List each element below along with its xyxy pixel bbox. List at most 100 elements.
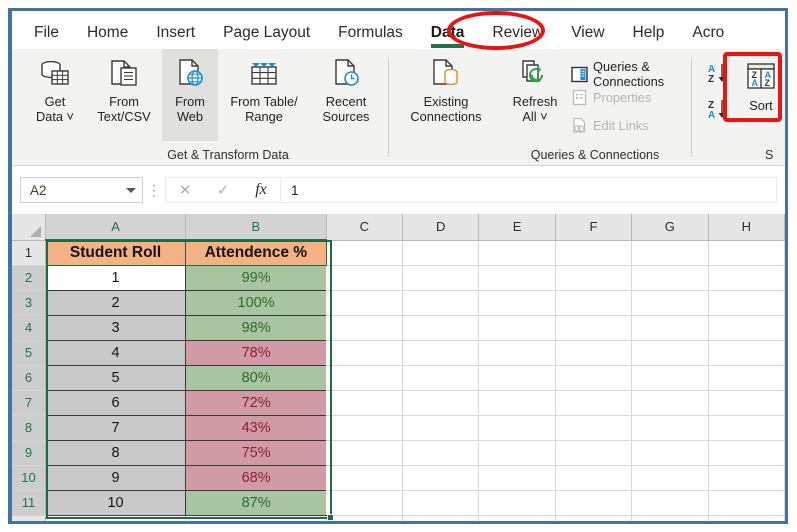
row-header-1[interactable]: 1 bbox=[12, 240, 47, 266]
cell-b4[interactable]: 98% bbox=[185, 315, 327, 341]
from-table-range-button[interactable]: From Table/ Range bbox=[220, 49, 308, 124]
cell-f3[interactable] bbox=[555, 290, 633, 316]
recent-sources-button[interactable]: Recent Sources bbox=[310, 49, 382, 124]
queries-and-connections-button[interactable]: Queries & Connections bbox=[571, 59, 699, 89]
cell-f6[interactable] bbox=[555, 365, 633, 391]
row-header-7[interactable]: 7 bbox=[12, 390, 47, 416]
cell-f8[interactable] bbox=[555, 415, 633, 441]
cell-a8[interactable]: 7 bbox=[45, 415, 187, 441]
cell-a9[interactable]: 8 bbox=[45, 440, 187, 466]
cell-f1[interactable] bbox=[555, 240, 633, 266]
cell-a2[interactable]: 1 bbox=[45, 265, 187, 291]
fill-handle[interactable] bbox=[327, 514, 334, 521]
cell-h5[interactable] bbox=[708, 340, 785, 366]
cell-b2[interactable]: 99% bbox=[185, 265, 327, 291]
cell-a11[interactable]: 10 bbox=[45, 490, 187, 516]
tab-review[interactable]: Review bbox=[478, 23, 557, 49]
cell-f7[interactable] bbox=[555, 390, 633, 416]
cell-f10[interactable] bbox=[555, 465, 633, 491]
cell-d7[interactable] bbox=[402, 390, 480, 416]
cell-b11[interactable]: 87% bbox=[185, 490, 327, 516]
cell-h11[interactable] bbox=[708, 490, 785, 516]
row-header-10[interactable]: 10 bbox=[12, 465, 47, 491]
cell-h12[interactable] bbox=[708, 515, 785, 521]
tab-view[interactable]: View bbox=[557, 23, 618, 49]
cell-a10[interactable]: 9 bbox=[45, 465, 187, 491]
cell-a3[interactable]: 2 bbox=[45, 290, 187, 316]
cell-g11[interactable] bbox=[631, 490, 709, 516]
cell-b7[interactable]: 72% bbox=[185, 390, 327, 416]
cell-c8[interactable] bbox=[326, 415, 404, 441]
tab-file[interactable]: File bbox=[12, 23, 73, 49]
cell-e1[interactable] bbox=[478, 240, 556, 266]
cell-g3[interactable] bbox=[631, 290, 709, 316]
cell-c12[interactable] bbox=[326, 515, 404, 521]
tab-page-layout[interactable]: Page Layout bbox=[209, 23, 324, 49]
select-all-button[interactable] bbox=[12, 214, 47, 241]
column-header-h[interactable]: H bbox=[708, 214, 785, 241]
from-text-csv-button[interactable]: From Text/CSV bbox=[88, 49, 160, 124]
cell-f4[interactable] bbox=[555, 315, 633, 341]
cell-h4[interactable] bbox=[708, 315, 785, 341]
fx-icon[interactable]: fx bbox=[242, 177, 280, 203]
cell-h8[interactable] bbox=[708, 415, 785, 441]
cell-g7[interactable] bbox=[631, 390, 709, 416]
cell-d4[interactable] bbox=[402, 315, 480, 341]
cell-c11[interactable] bbox=[326, 490, 404, 516]
cell-f9[interactable] bbox=[555, 440, 633, 466]
tab-acrobat[interactable]: Acro bbox=[678, 23, 738, 49]
cell-b8[interactable]: 43% bbox=[185, 415, 327, 441]
cell-e7[interactable] bbox=[478, 390, 556, 416]
cell-e9[interactable] bbox=[478, 440, 556, 466]
close-icon[interactable]: ✕ bbox=[166, 177, 204, 203]
cell-b6[interactable]: 80% bbox=[185, 365, 327, 391]
row-header-8[interactable]: 8 bbox=[12, 415, 47, 441]
cell-g6[interactable] bbox=[631, 365, 709, 391]
cell-d2[interactable] bbox=[402, 265, 480, 291]
cell-h9[interactable] bbox=[708, 440, 785, 466]
cell-d10[interactable] bbox=[402, 465, 480, 491]
cell-b3[interactable]: 100% bbox=[185, 290, 327, 316]
tab-insert[interactable]: Insert bbox=[142, 23, 209, 49]
cell-b10[interactable]: 68% bbox=[185, 465, 327, 491]
cell-c7[interactable] bbox=[326, 390, 404, 416]
cell-c4[interactable] bbox=[326, 315, 404, 341]
cell-f5[interactable] bbox=[555, 340, 633, 366]
column-header-e[interactable]: E bbox=[478, 214, 556, 241]
cell-b12[interactable] bbox=[185, 515, 327, 521]
tab-data[interactable]: Data bbox=[417, 23, 479, 49]
cell-b5[interactable]: 78% bbox=[185, 340, 327, 366]
cell-a1[interactable]: Student Roll bbox=[45, 240, 187, 266]
cell-h6[interactable] bbox=[708, 365, 785, 391]
tab-home[interactable]: Home bbox=[73, 23, 142, 49]
cell-g2[interactable] bbox=[631, 265, 709, 291]
cell-h1[interactable] bbox=[708, 240, 785, 266]
cell-e11[interactable] bbox=[478, 490, 556, 516]
cell-a5[interactable]: 4 bbox=[45, 340, 187, 366]
formula-input[interactable]: 1 bbox=[280, 177, 777, 203]
cell-d12[interactable] bbox=[402, 515, 480, 521]
sort-ascending-button[interactable]: A Z bbox=[707, 61, 733, 87]
from-web-button[interactable]: From Web bbox=[162, 49, 218, 141]
cell-c2[interactable] bbox=[326, 265, 404, 291]
row-header-11[interactable]: 11 bbox=[12, 490, 47, 516]
formula-bar-grip[interactable]: ⋮ bbox=[143, 183, 165, 197]
column-header-c[interactable]: C bbox=[326, 214, 404, 241]
cell-g1[interactable] bbox=[631, 240, 709, 266]
cell-h2[interactable] bbox=[708, 265, 785, 291]
cell-a6[interactable]: 5 bbox=[45, 365, 187, 391]
cell-d8[interactable] bbox=[402, 415, 480, 441]
cell-g12[interactable] bbox=[631, 515, 709, 521]
cell-g4[interactable] bbox=[631, 315, 709, 341]
get-data-button[interactable]: Get Data ˅ bbox=[24, 49, 86, 124]
column-header-g[interactable]: G bbox=[631, 214, 709, 241]
refresh-all-button[interactable]: Refresh All ˅ bbox=[505, 49, 565, 124]
cell-f2[interactable] bbox=[555, 265, 633, 291]
row-header-partial[interactable] bbox=[12, 515, 47, 521]
sort-dialog-button[interactable]: Z A A Z Sort bbox=[738, 53, 784, 113]
cell-e10[interactable] bbox=[478, 465, 556, 491]
cell-a4[interactable]: 3 bbox=[45, 315, 187, 341]
row-header-9[interactable]: 9 bbox=[12, 440, 47, 466]
cell-c1[interactable] bbox=[326, 240, 404, 266]
existing-connections-button-main[interactable]: Existing Connections bbox=[398, 49, 494, 124]
